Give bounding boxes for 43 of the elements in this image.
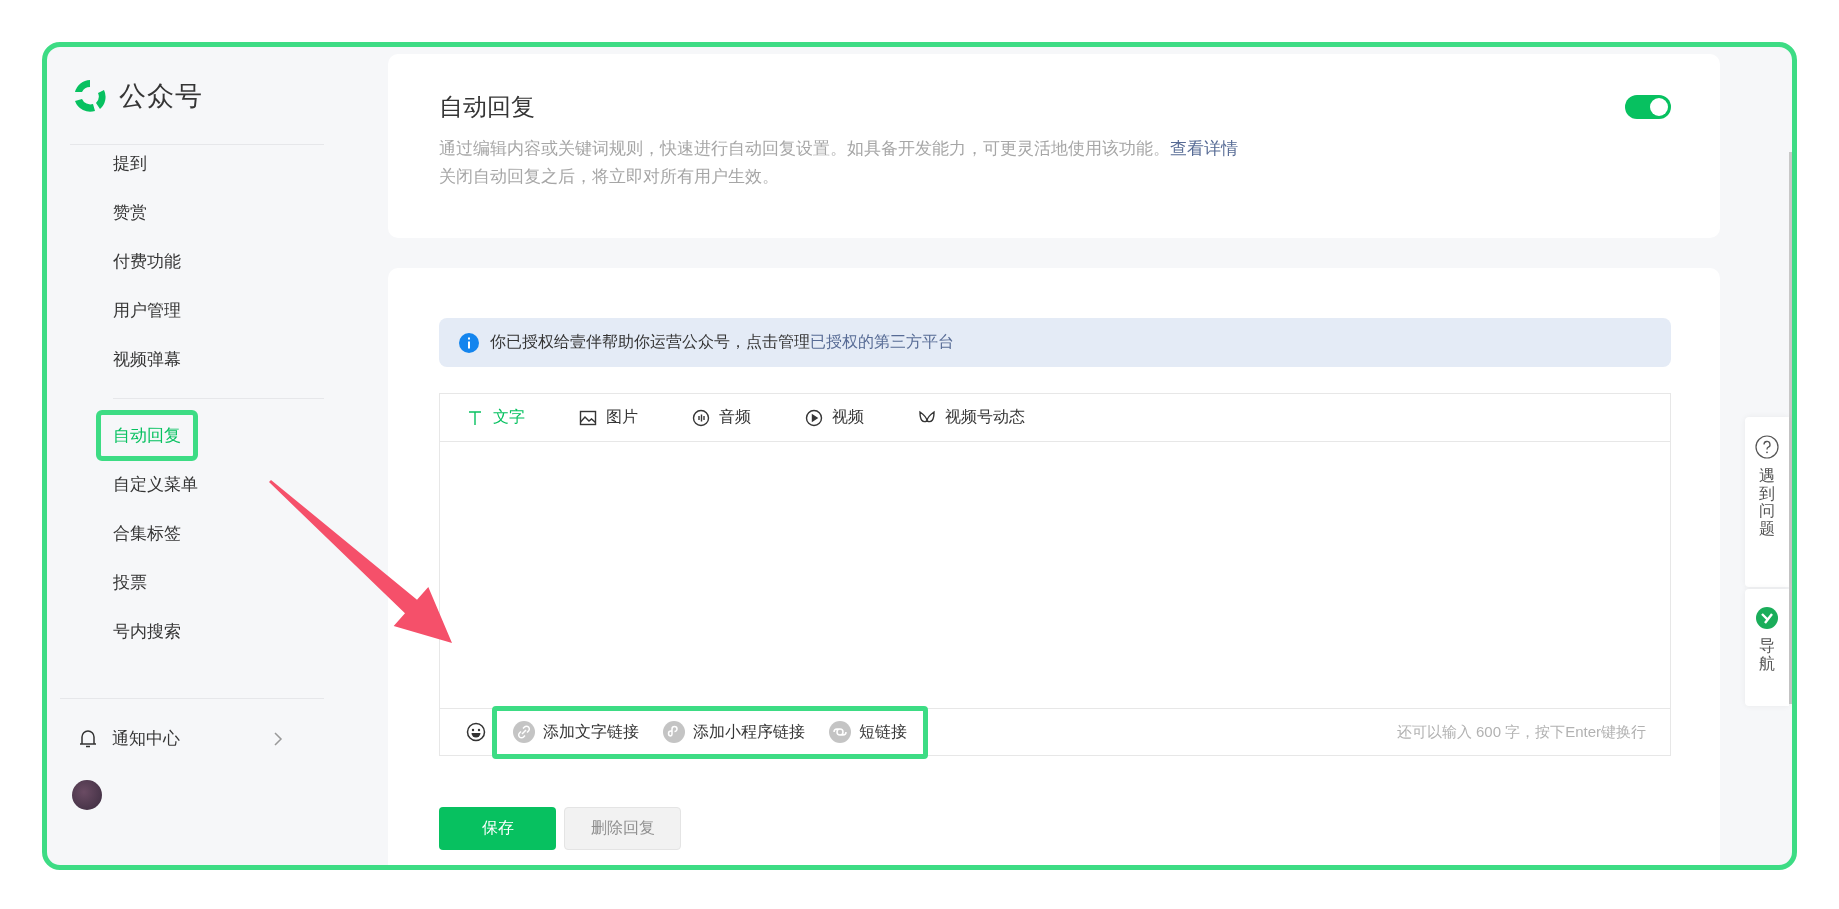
sidebar-item[interactable]: 付费功能: [113, 250, 181, 273]
note-text: 关闭自动回复之后，将立即对所有用户生效。: [439, 166, 780, 187]
image-icon: [579, 408, 597, 427]
sidebar-item[interactable]: 合集标签: [113, 522, 181, 545]
details-link[interactable]: 查看详情: [1170, 139, 1238, 157]
text-icon: [466, 408, 484, 427]
description-text: 通过编辑内容或关键词规则，快速进行自动回复设置。如具备开发能力，可更灵活地使用该功能。查看详情: [439, 138, 1239, 159]
sidebar-item[interactable]: 号内搜索: [113, 620, 181, 643]
sidebar-item[interactable]: 投票: [113, 571, 147, 594]
mini-program-icon: [663, 721, 685, 743]
side-help-button[interactable]: 遇到问题: [1745, 417, 1789, 587]
info-icon: [459, 332, 479, 353]
media-tab[interactable]: 视频: [805, 407, 918, 428]
avatar[interactable]: [72, 779, 102, 810]
add-link-button[interactable]: 添加文字链接: [513, 721, 639, 743]
chain-icon: [829, 721, 851, 743]
bell-icon: [79, 728, 97, 749]
media-tab[interactable]: 视频号动态: [918, 407, 1025, 428]
audio-icon: [692, 408, 710, 427]
sidebar-item[interactable]: 视频弹幕: [113, 348, 181, 371]
add-link-button[interactable]: 添加小程序链接: [663, 721, 805, 743]
sidebar-item[interactable]: 赞赏: [113, 201, 147, 224]
notification-center-link[interactable]: 通知中心: [112, 727, 180, 750]
side-help-button[interactable]: 导航: [1745, 589, 1789, 706]
add-link-button[interactable]: 短链接: [829, 721, 907, 743]
page-title: 自动回复: [439, 92, 535, 122]
notice-text: 你已授权给壹伴帮助你运营公众号，点击管理已授权的第三方平台: [490, 332, 954, 352]
emoji-icon[interactable]: [466, 722, 486, 742]
media-tab[interactable]: 音频: [692, 407, 805, 428]
link-icon: [513, 721, 535, 743]
media-tab[interactable]: 图片: [579, 407, 692, 428]
authorized-platforms-link[interactable]: 已授权的第三方平台: [810, 333, 954, 350]
sidebar-item[interactable]: 用户管理: [113, 299, 181, 322]
nav-logo-icon: [1756, 607, 1778, 629]
app-name: 公众号: [119, 79, 203, 113]
scrollbar[interactable]: [1789, 152, 1792, 704]
chevron-right-icon[interactable]: [273, 730, 283, 747]
toggle-switch[interactable]: [1625, 95, 1671, 119]
sidebar-item[interactable]: 提到: [113, 152, 147, 175]
sidebar-item[interactable]: 自定义菜单: [113, 473, 198, 496]
question-icon: [1755, 435, 1779, 459]
play-icon: [805, 408, 823, 427]
character-count-hint: 还可以输入 600 字，按下Enter键换行: [1396, 722, 1646, 742]
